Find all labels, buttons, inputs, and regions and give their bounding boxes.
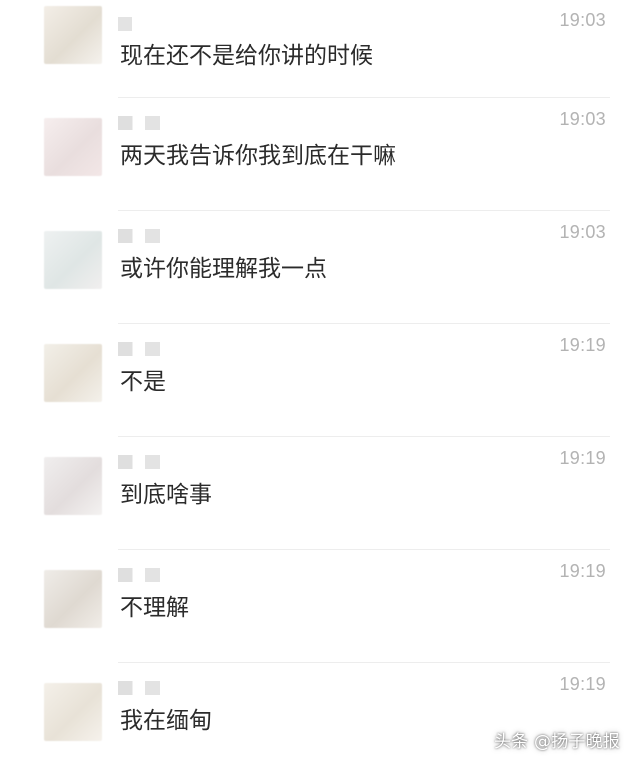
- chat-screen: { "messages": [ { "time": "19:03", "text…: [0, 0, 640, 772]
- sender-avatar: [44, 231, 102, 289]
- message-row[interactable]: 19:03 现在还不是给你讲的时候: [0, 0, 640, 98]
- message-text: 两天我告诉你我到底在干嘛: [120, 143, 396, 169]
- message-text: 现在还不是给你讲的时候: [120, 43, 373, 69]
- chat-message-list: 19:03 现在还不是给你讲的时候 19:03 两天我告诉你我到底在干嘛 19:…: [0, 0, 640, 772]
- message-timestamp: 19:03: [559, 222, 606, 242]
- sender-avatar: [44, 344, 102, 402]
- sender-name-blur: [118, 455, 160, 469]
- sender-avatar: [44, 457, 102, 515]
- source-watermark: 头条 @扬子晚报: [493, 732, 620, 752]
- message-text: 我在缅甸: [120, 708, 212, 734]
- sender-name-blur: [118, 681, 160, 695]
- message-text: 或许你能理解我一点: [120, 256, 327, 282]
- sender-avatar: [44, 6, 102, 64]
- sender-avatar: [44, 118, 102, 176]
- message-timestamp: 19:19: [559, 674, 606, 694]
- message-row[interactable]: 19:19 我在缅甸: [0, 663, 640, 776]
- message-timestamp: 19:19: [559, 561, 606, 581]
- message-row[interactable]: 19:19 到底啥事: [0, 437, 640, 550]
- message-text: 到底啥事: [120, 482, 212, 508]
- message-timestamp: 19:03: [559, 10, 606, 30]
- sender-avatar: [44, 683, 102, 741]
- message-timestamp: 19:03: [559, 109, 606, 129]
- message-row[interactable]: 19:03 两天我告诉你我到底在干嘛: [0, 98, 640, 211]
- sender-name-blur: [118, 17, 132, 31]
- sender-avatar: [44, 570, 102, 628]
- message-row[interactable]: 19:19 不是: [0, 324, 640, 437]
- message-timestamp: 19:19: [559, 335, 606, 355]
- message-text: 不是: [120, 369, 166, 395]
- sender-name-blur: [118, 116, 160, 130]
- message-row[interactable]: 19:19 不理解: [0, 550, 640, 663]
- message-text: 不理解: [120, 595, 189, 621]
- message-timestamp: 19:19: [559, 448, 606, 468]
- message-row[interactable]: 19:03 或许你能理解我一点: [0, 211, 640, 324]
- sender-name-blur: [118, 568, 160, 582]
- sender-name-blur: [118, 342, 160, 356]
- sender-name-blur: [118, 229, 160, 243]
